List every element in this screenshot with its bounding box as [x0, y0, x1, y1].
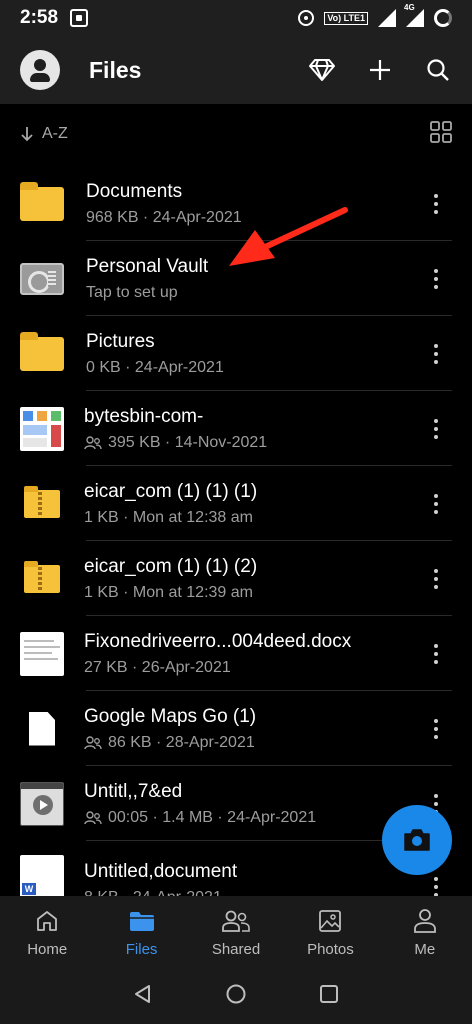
file-meta: 27 KB · 26-Apr-2021	[84, 658, 231, 676]
file-meta: 1 KB · Mon at 12:39 am	[84, 583, 253, 601]
word-document-thumbnail: W	[20, 855, 64, 899]
shared-icon	[84, 735, 102, 749]
list-item[interactable]: eicar_com (1) (1) (1) 1 KB · Mon at 12:3…	[0, 466, 472, 541]
folder-icon	[129, 907, 155, 935]
screenshot-icon	[70, 9, 89, 27]
folder-icon	[20, 181, 64, 226]
nav-home-label: Home	[27, 940, 68, 958]
more-options-icon[interactable]	[428, 192, 444, 216]
file-name: Google Maps Go (1)	[84, 705, 257, 727]
avatar-head	[34, 59, 46, 71]
network-label: 4G	[404, 3, 415, 12]
search-icon[interactable]	[424, 56, 452, 84]
app-bar-actions	[308, 56, 452, 84]
file-name: Untitled,document	[84, 861, 238, 882]
grid-view-icon[interactable]	[430, 120, 452, 148]
status-bar: 2:58 Vo) LTE1 4G	[0, 0, 472, 36]
network-4g-icon: 4G	[404, 3, 424, 27]
annotation-arrow	[229, 207, 348, 266]
document-thumbnail	[20, 631, 64, 676]
zip-folder-icon	[20, 557, 64, 601]
file-name: eicar_com (1) (1) (1)	[84, 480, 258, 502]
sort-row: A-Z	[0, 114, 472, 154]
list-item[interactable]: bytesbin-com- 395 KB · 14-Nov-2021	[0, 391, 472, 466]
avatar[interactable]	[20, 50, 60, 90]
file-name: Pictures	[86, 330, 155, 352]
list-item[interactable]: Fixonedriveerro...004deed.docx 27 KB · 2…	[0, 616, 472, 691]
recents-icon[interactable]	[319, 984, 339, 1009]
vault-icon	[20, 257, 64, 301]
nav-files[interactable]: Files	[94, 896, 188, 968]
people-icon	[222, 907, 250, 935]
system-navigation	[0, 968, 472, 1024]
nav-shared-label: Shared	[211, 940, 261, 958]
file-name: Documents	[86, 180, 183, 202]
more-options-icon[interactable]	[428, 492, 444, 516]
hotspot-icon	[298, 10, 315, 26]
person-icon	[413, 907, 437, 935]
arrow-down-icon	[21, 127, 33, 142]
battery-icon	[434, 9, 452, 27]
avatar-body	[30, 73, 50, 82]
image-icon	[318, 907, 342, 935]
sort-label: A-Z	[42, 125, 68, 142]
plus-icon[interactable]	[366, 56, 394, 84]
more-options-icon[interactable]	[428, 717, 444, 741]
file-icon	[20, 707, 64, 751]
image-thumbnail	[20, 406, 64, 451]
diamond-icon[interactable]	[308, 56, 336, 84]
file-meta: 86 KB · 28-Apr-2021	[108, 733, 255, 751]
nav-shared[interactable]: Shared	[189, 896, 283, 968]
shared-icon	[84, 435, 102, 449]
bottom-navigation: Home Files Shared Photos Me	[0, 896, 472, 968]
camera-fab[interactable]	[382, 805, 452, 875]
file-name: eicar_com (1) (1) (2)	[84, 555, 258, 577]
nav-photos-label: Photos	[307, 940, 354, 958]
file-meta: 395 KB · 14-Nov-2021	[108, 433, 268, 451]
page-title: Files	[89, 56, 142, 83]
home-circle-icon[interactable]	[225, 983, 247, 1010]
file-meta: Tap to set up	[86, 283, 178, 301]
nav-me-label: Me	[414, 940, 436, 958]
file-name: bytesbin-com-	[84, 405, 204, 427]
nav-photos[interactable]: Photos	[283, 896, 377, 968]
more-options-icon[interactable]	[428, 642, 444, 666]
status-icons: Vo) LTE1 4G	[298, 3, 452, 27]
file-name: Fixonedriveerro...004deed.docx	[84, 630, 352, 652]
video-thumbnail	[20, 781, 64, 826]
signal-icon	[378, 9, 396, 27]
list-item[interactable]: Google Maps Go (1) 86 KB · 28-Apr-2021	[0, 691, 472, 766]
sort-button[interactable]: A-Z	[20, 125, 68, 143]
nav-files-label: Files	[125, 940, 158, 958]
more-options-icon[interactable]	[428, 417, 444, 441]
file-list: Documents 968 KB · 24-Apr-2021 Personal …	[0, 166, 472, 906]
app-bar: Files	[0, 36, 472, 104]
file-meta: 1 KB · Mon at 12:38 am	[84, 508, 253, 526]
file-meta: 00:05 · 1.4 MB · 24-Apr-2021	[108, 808, 317, 826]
camera-icon	[404, 829, 430, 851]
status-time: 2:58	[20, 7, 59, 28]
folder-icon	[20, 331, 64, 376]
more-options-icon[interactable]	[428, 567, 444, 591]
file-meta: 0 KB · 24-Apr-2021	[86, 358, 224, 376]
nav-home[interactable]: Home	[0, 896, 94, 968]
nav-me[interactable]: Me	[378, 896, 472, 968]
list-item[interactable]: Pictures 0 KB · 24-Apr-2021	[0, 316, 472, 391]
back-icon[interactable]	[133, 984, 153, 1009]
list-item[interactable]: eicar_com (1) (1) (2) 1 KB · Mon at 12:3…	[0, 541, 472, 616]
zip-folder-icon	[20, 482, 64, 526]
file-name: Untitl,,7&ed	[84, 780, 183, 802]
more-options-icon[interactable]	[428, 267, 444, 291]
shared-icon	[84, 810, 102, 824]
home-icon	[35, 907, 59, 935]
more-options-icon[interactable]	[428, 342, 444, 366]
volte-badge: Vo) LTE1	[324, 11, 368, 25]
file-meta: 968 KB · 24-Apr-2021	[86, 208, 242, 226]
